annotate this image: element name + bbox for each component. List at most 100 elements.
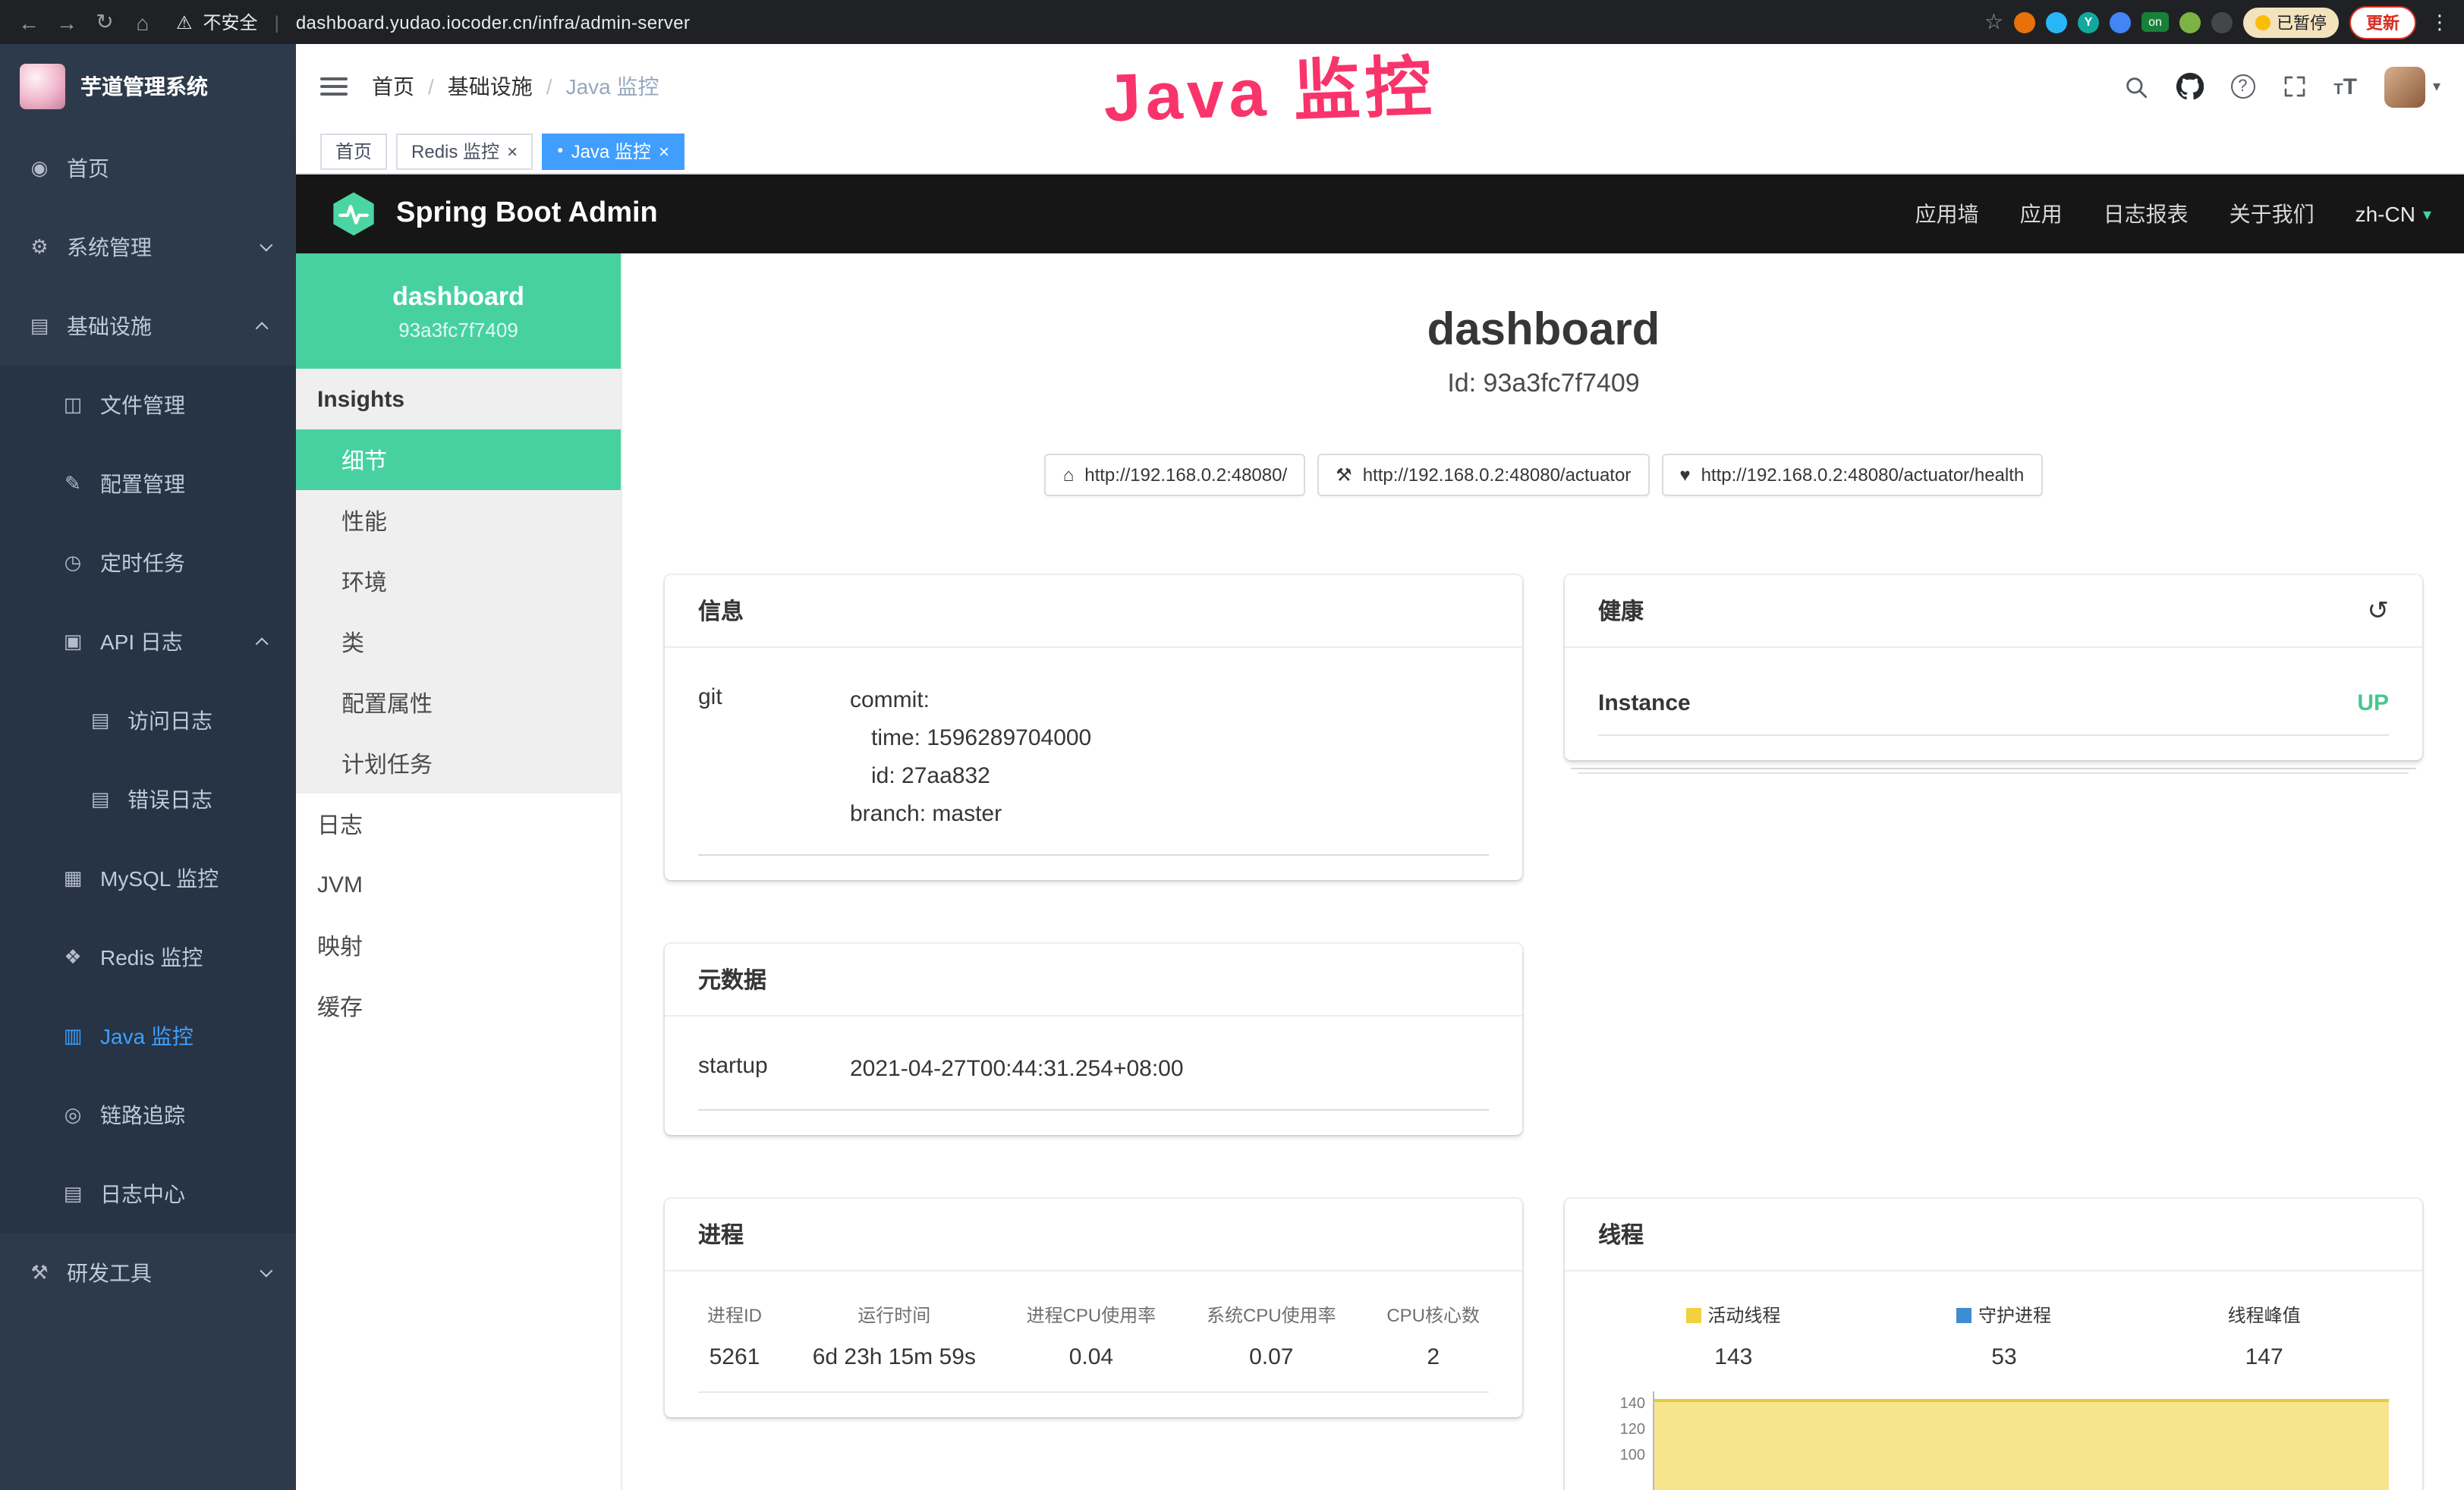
sidebar-item-mysql-monitor[interactable]: ▦ MySQL 监控 [0, 839, 296, 918]
sidebar-item-scheduled-tasks[interactable]: ◷ 定时任务 [0, 523, 296, 602]
sba-item-caches[interactable]: 缓存 [296, 976, 621, 1036]
paused-badge[interactable]: 已暂停 [2243, 7, 2339, 37]
sidebar-item-infrastructure[interactable]: ▤ 基础设施 [0, 287, 296, 366]
legend-value: 143 [1686, 1344, 1780, 1370]
tab-redis-monitor[interactable]: Redis 监控 × [396, 133, 533, 169]
sba-item-details[interactable]: 细节 [296, 429, 621, 490]
chevron-up-icon [256, 637, 269, 650]
sidebar-item-config-mgmt[interactable]: ✎ 配置管理 [0, 445, 296, 523]
sidebar-item-api-logs[interactable]: ▣ API 日志 [0, 602, 296, 681]
sidebar-item-label: API 日志 [100, 627, 183, 657]
user-menu[interactable]: ▾ [2384, 66, 2440, 107]
legend-label: 守护进程 [1978, 1305, 2051, 1326]
process-col-sys-cpu: 系统CPU使用率 0.07 [1207, 1302, 1336, 1370]
forward-icon[interactable]: → [53, 10, 80, 34]
extension-icon[interactable] [2179, 11, 2201, 33]
fullscreen-icon[interactable] [2282, 74, 2306, 99]
breadcrumb-home[interactable]: 首页 [372, 71, 414, 102]
metadata-card-title: 元数据 [698, 963, 766, 995]
address-bar[interactable]: dashboard.yudao.iocoder.cn/infra/admin-s… [296, 11, 691, 33]
clock-icon: ◷ [61, 551, 85, 575]
security-label[interactable]: 不安全 [203, 9, 258, 35]
threads-card: 线程 活动线程 143 守护进程 [1565, 1199, 2422, 1490]
sidebar-item-system-mgmt[interactable]: ⚙ 系统管理 [0, 208, 296, 287]
sba-item-jvm[interactable]: JVM [296, 854, 621, 915]
actuator-url-button[interactable]: ⚒ http://192.168.0.2:48080/actuator [1317, 454, 1649, 496]
chevron-up-icon [256, 322, 269, 335]
hamburger-icon[interactable] [320, 77, 348, 96]
chevron-down-icon [260, 239, 272, 252]
breadcrumb-infrastructure[interactable]: 基础设施 [448, 71, 533, 102]
process-value: 6d 23h 15m 59s [813, 1344, 976, 1370]
github-icon[interactable] [2176, 73, 2203, 100]
reload-icon[interactable]: ↻ [91, 9, 118, 35]
sba-instance-block[interactable]: dashboard 93a3fc7f7409 [296, 253, 621, 369]
sba-nav-applications[interactable]: 应用 [2020, 199, 2063, 229]
sba-item-config-props[interactable]: 配置属性 [296, 672, 621, 733]
sidebar-item-redis-monitor[interactable]: ❖ Redis 监控 [0, 918, 296, 997]
help-icon[interactable]: ? [2230, 74, 2255, 99]
extension-on-badge[interactable]: on [2141, 12, 2169, 32]
process-value: 0.07 [1207, 1344, 1336, 1370]
extension-icon[interactable]: Y [2078, 11, 2099, 33]
threads-chart: 140 120 100 [1598, 1391, 2389, 1490]
sidebar-item-access-logs[interactable]: ▤ 访问日志 [0, 681, 296, 760]
health-card-title: 健康 [1598, 595, 1644, 627]
tab-home[interactable]: 首页 [320, 133, 387, 169]
handwritten-annotation: Java 监控 [1102, 32, 1437, 140]
sba-item-scheduled[interactable]: 计划任务 [296, 733, 621, 794]
bookmark-star-icon[interactable]: ☆ [1984, 9, 2003, 35]
sidebar-item-java-monitor[interactable]: ▥ Java 监控 [0, 997, 296, 1076]
sba-nav-wallboard[interactable]: 应用墙 [1915, 199, 1979, 229]
extension-icon[interactable] [2110, 11, 2131, 33]
sidebar-item-file-mgmt[interactable]: ◫ 文件管理 [0, 366, 296, 445]
sba-item-logs[interactable]: 日志 [296, 794, 621, 854]
health-url-button[interactable]: ♥ http://192.168.0.2:48080/actuator/heal… [1661, 454, 2042, 496]
process-card-title: 进程 [698, 1218, 744, 1250]
breadcrumb: 首页 / 基础设施 / Java 监控 [372, 71, 659, 102]
process-table: 进程ID 5261 运行时间 6d 23h 15m 59s 进程CPU使用率 [698, 1296, 1489, 1393]
sidebar-item-label: 访问日志 [127, 706, 212, 736]
redis-icon: ❖ [61, 945, 85, 970]
update-button[interactable]: 更新 [2349, 5, 2416, 39]
extension-icon[interactable] [2046, 11, 2067, 33]
history-icon[interactable]: ↺ [2368, 596, 2390, 626]
sidebar-item-tracing[interactable]: ◎ 链路追踪 [0, 1076, 296, 1155]
tab-java-monitor[interactable]: ● Java 监控 × [542, 133, 684, 169]
sidebar-item-home[interactable]: ◉ 首页 [0, 129, 296, 208]
metadata-key: startup [698, 1050, 850, 1088]
home-icon[interactable]: ⌂ [129, 10, 156, 34]
tab-bar: 首页 Redis 监控 × ● Java 监控 × [296, 129, 2464, 174]
sba-nav-journal[interactable]: 日志报表 [2104, 199, 2189, 229]
sidebar-item-error-logs[interactable]: ▤ 错误日志 [0, 760, 296, 839]
close-icon[interactable]: × [659, 140, 669, 162]
sidebar-item-dev-tools[interactable]: ⚒ 研发工具 [0, 1234, 296, 1312]
sba-item-environment[interactable]: 环境 [296, 551, 621, 611]
legend-daemon-threads: 守护进程 53 [1957, 1302, 2051, 1370]
sidebar-item-log-center[interactable]: ▤ 日志中心 [0, 1155, 296, 1234]
sba-nav-about[interactable]: 关于我们 [2230, 199, 2315, 229]
sidebar-item-label: 基础设施 [67, 311, 152, 341]
process-col-pid: 进程ID 5261 [707, 1302, 762, 1370]
instance-id: Id: 93a3fc7f7409 [665, 369, 2422, 399]
sba-brand[interactable]: Spring Boot Admin [329, 190, 658, 238]
close-icon[interactable]: × [507, 140, 518, 162]
process-value: 2 [1386, 1344, 1480, 1370]
back-icon[interactable]: ← [15, 10, 42, 34]
sba-item-mappings[interactable]: 映射 [296, 915, 621, 976]
text-size-icon[interactable]: TT [2333, 74, 2357, 99]
tools-icon: ⚒ [27, 1261, 52, 1285]
chrome-separator: | [275, 11, 279, 33]
sba-item-metrics[interactable]: 性能 [296, 490, 621, 551]
extension-icon[interactable] [2014, 11, 2035, 33]
sidebar-item-label: 链路追踪 [100, 1100, 185, 1130]
service-url-button[interactable]: ⌂ http://192.168.0.2:48080/ [1045, 454, 1305, 496]
sba-item-classes[interactable]: 类 [296, 611, 621, 672]
threads-chart-plot [1653, 1391, 2389, 1490]
health-instance-row[interactable]: Instance UP [1598, 672, 2389, 736]
browser-menu-icon[interactable]: ⋮ [2430, 10, 2450, 34]
sba-brand-title: Spring Boot Admin [396, 197, 658, 231]
locale-selector[interactable]: zh-CN ▾ [2355, 202, 2431, 226]
search-icon[interactable] [2123, 74, 2148, 99]
extension-icon[interactable] [2211, 11, 2233, 33]
